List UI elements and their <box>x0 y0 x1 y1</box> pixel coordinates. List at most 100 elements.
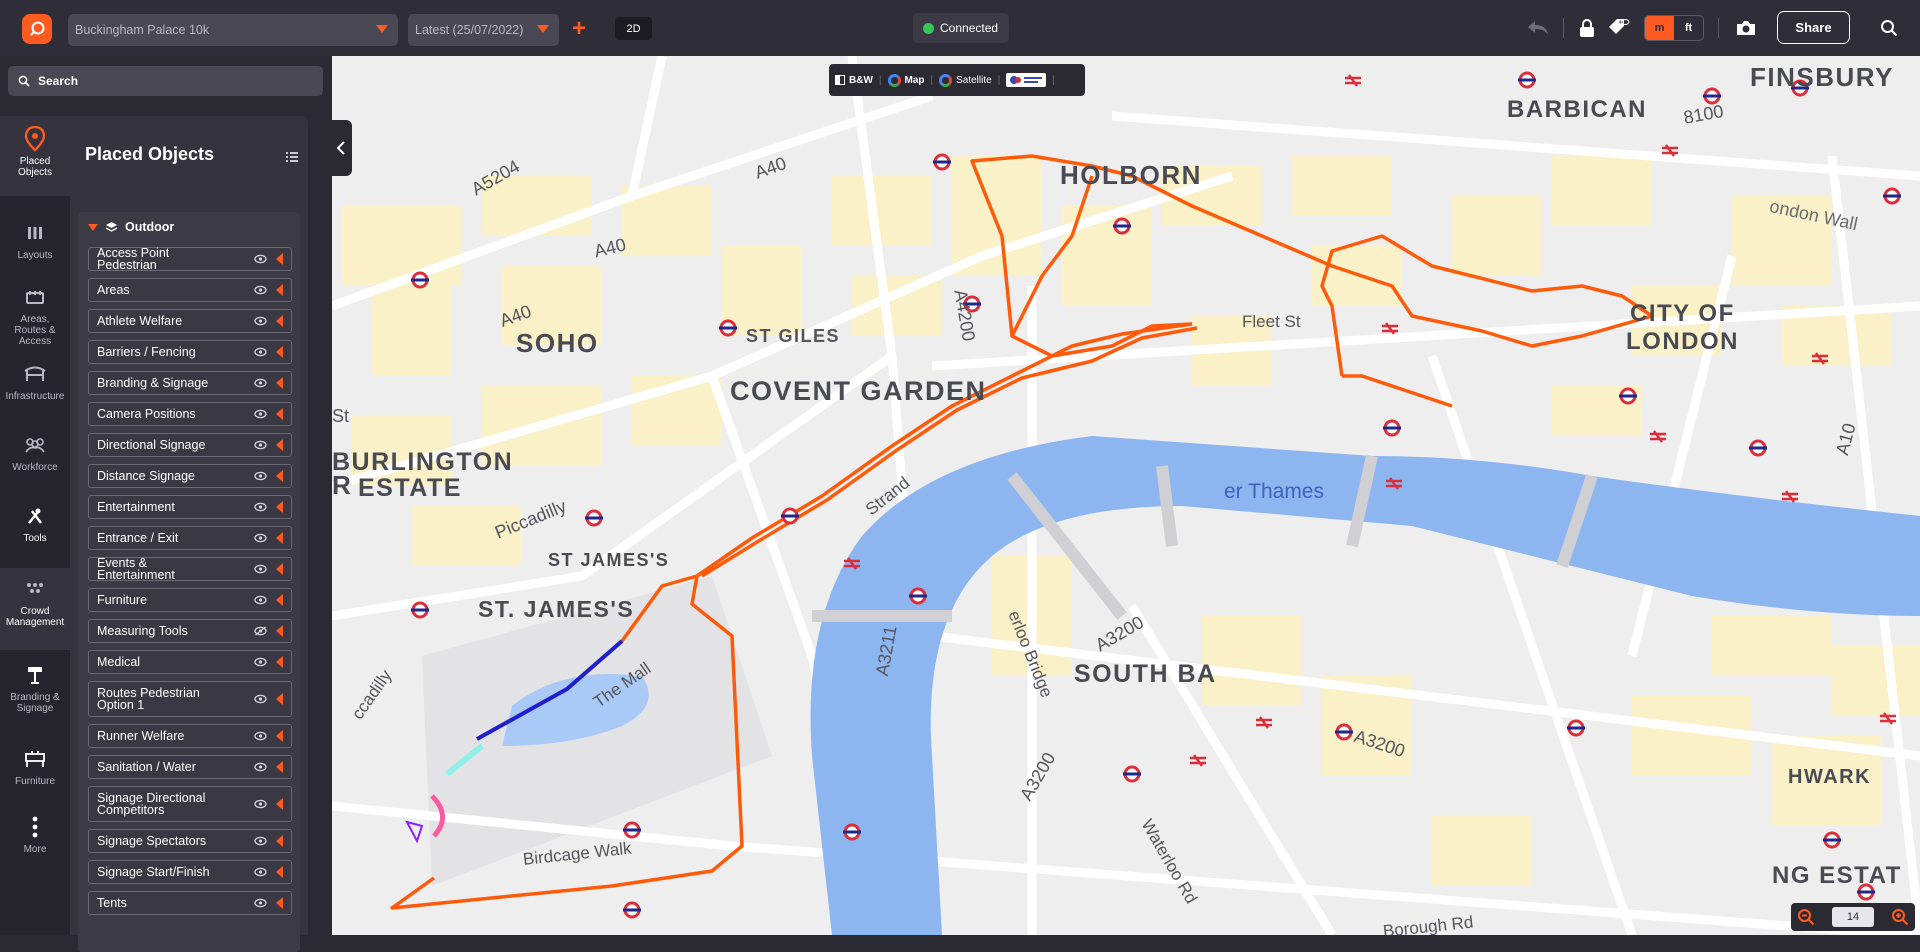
layer-row[interactable]: Runner Welfare <box>88 724 292 748</box>
eye-icon[interactable] <box>254 595 267 605</box>
layer-row[interactable]: Branding & Signage <box>88 371 292 395</box>
layer-row[interactable]: Signage Spectators <box>88 829 292 853</box>
layer-bw-option[interactable]: B&W <box>835 75 873 86</box>
search-input[interactable]: Search <box>8 66 323 96</box>
layer-row[interactable]: Signage Directional Competitors <box>88 786 292 822</box>
search-icon[interactable] <box>1877 16 1901 40</box>
orange-flag-icon[interactable] <box>276 346 283 358</box>
layer-row[interactable]: Measuring Tools <box>88 619 292 643</box>
orange-flag-icon[interactable] <box>276 761 283 773</box>
collapse-sidebar-button[interactable] <box>330 120 352 176</box>
eye-icon[interactable] <box>254 657 267 667</box>
eye-icon[interactable] <box>254 502 267 512</box>
orange-flag-icon[interactable] <box>276 532 283 544</box>
version-select[interactable]: Latest (25/07/2022) <box>408 14 559 46</box>
share-button[interactable]: Share <box>1777 11 1850 44</box>
layer-row[interactable]: Entertainment <box>88 495 292 519</box>
orange-flag-icon[interactable] <box>276 377 283 389</box>
layer-ordnance-option[interactable] <box>1006 73 1047 87</box>
eye-icon[interactable] <box>254 378 267 388</box>
add-version-button[interactable]: + <box>572 15 586 43</box>
orange-flag-icon[interactable] <box>276 866 283 878</box>
rail-item-branding-signage[interactable]: Branding & Signage <box>0 664 70 714</box>
unit-m-button[interactable]: m <box>1645 16 1674 40</box>
orange-flag-icon[interactable] <box>276 798 283 810</box>
eye-icon[interactable] <box>254 285 267 295</box>
rail-item-layouts[interactable]: Layouts <box>0 222 70 261</box>
layer-row[interactable]: Signage Start/Finish <box>88 860 292 884</box>
orange-flag-icon[interactable] <box>276 284 283 296</box>
orange-flag-icon[interactable] <box>276 501 283 513</box>
layer-row[interactable]: Areas <box>88 278 292 302</box>
eye-icon[interactable] <box>254 762 267 772</box>
layer-row[interactable]: Entrance / Exit <box>88 526 292 550</box>
layer-row[interactable]: Directional Signage <box>88 433 292 457</box>
layer-row[interactable]: Athlete Welfare <box>88 309 292 333</box>
layer-row[interactable]: Camera Positions <box>88 402 292 426</box>
eye-icon[interactable] <box>254 836 267 846</box>
eye-off-icon[interactable] <box>254 626 267 636</box>
unit-ft-button[interactable]: ft <box>1674 16 1703 40</box>
orange-flag-icon[interactable] <box>276 439 283 451</box>
orange-flag-icon[interactable] <box>276 594 283 606</box>
orange-flag-icon[interactable] <box>276 470 283 482</box>
layer-row[interactable]: Furniture <box>88 588 292 612</box>
layer-row[interactable]: Sanitation / Water <box>88 755 292 779</box>
layer-row[interactable]: Barriers / Fencing <box>88 340 292 364</box>
rail-item-workforce[interactable]: Workforce <box>0 434 70 473</box>
unit-toggle[interactable]: m ft <box>1644 15 1704 41</box>
lock-icon[interactable] <box>1575 16 1599 40</box>
eye-icon[interactable] <box>254 799 267 809</box>
layer-row[interactable]: Tents <box>88 891 292 915</box>
zoom-level-input[interactable]: 14 <box>1832 907 1874 927</box>
eye-icon[interactable] <box>254 409 267 419</box>
eye-icon[interactable] <box>254 533 267 543</box>
eye-icon[interactable] <box>254 471 267 481</box>
eye-icon[interactable] <box>254 731 267 741</box>
layer-map-option[interactable]: Map <box>887 73 925 87</box>
rail-item-areas[interactable]: Areas, Routes & Access <box>0 286 70 347</box>
list-view-icon[interactable] <box>286 152 298 162</box>
orange-flag-icon[interactable] <box>276 835 283 847</box>
layer-row[interactable]: Access Point Pedestrian <box>88 247 292 271</box>
orange-flag-icon[interactable] <box>276 693 283 705</box>
eye-icon[interactable] <box>254 254 267 264</box>
zoom-out-icon[interactable] <box>1797 908 1815 926</box>
orange-flag-icon[interactable] <box>276 897 283 909</box>
eye-icon[interactable] <box>254 898 267 908</box>
layer-row[interactable]: Events & Entertainment <box>88 557 292 581</box>
rail-item-more[interactable]: More <box>0 816 70 855</box>
eye-icon[interactable] <box>254 440 267 450</box>
app-logo-icon[interactable] <box>22 14 52 44</box>
orange-flag-icon[interactable] <box>276 625 283 637</box>
rail-item-placed-objects[interactable]: Placed Objects <box>0 116 70 196</box>
orange-flag-icon[interactable] <box>276 656 283 668</box>
undo-icon[interactable] <box>1526 16 1550 40</box>
outdoor-group-header[interactable]: Outdoor <box>88 220 174 234</box>
divider: | <box>997 74 1001 86</box>
eye-icon[interactable] <box>254 316 267 326</box>
orange-flag-icon[interactable] <box>276 408 283 420</box>
camera-icon[interactable] <box>1734 16 1758 40</box>
tag-visibility-icon[interactable] <box>1607 16 1631 40</box>
orange-flag-icon[interactable] <box>276 563 283 575</box>
eye-icon[interactable] <box>254 694 267 704</box>
orange-flag-icon[interactable] <box>276 315 283 327</box>
view-mode-toggle[interactable]: 2D <box>615 17 652 40</box>
eye-icon[interactable] <box>254 564 267 574</box>
event-select[interactable]: Buckingham Palace 10k <box>68 14 398 46</box>
eye-icon[interactable] <box>254 347 267 357</box>
rail-item-infrastructure[interactable]: Infrastructure <box>0 363 70 402</box>
rail-item-crowd-management[interactable]: Crowd Management <box>0 568 70 650</box>
zoom-in-icon[interactable] <box>1891 908 1909 926</box>
layer-satellite-option[interactable]: Satellite <box>939 73 992 87</box>
orange-flag-icon[interactable] <box>276 730 283 742</box>
layer-row[interactable]: Distance Signage <box>88 464 292 488</box>
layer-row[interactable]: Routes Pedestrian Option 1 <box>88 681 292 717</box>
rail-item-tools[interactable]: Tools <box>0 505 70 544</box>
layer-row[interactable]: Medical <box>88 650 292 674</box>
eye-icon[interactable] <box>254 867 267 877</box>
orange-flag-icon[interactable] <box>276 253 283 265</box>
rail-item-furniture[interactable]: Furniture <box>0 748 70 787</box>
map-canvas[interactable]: FINSBURY BARBICAN HOLBORN ondon Wall CITY OF… <box>332 56 1920 935</box>
